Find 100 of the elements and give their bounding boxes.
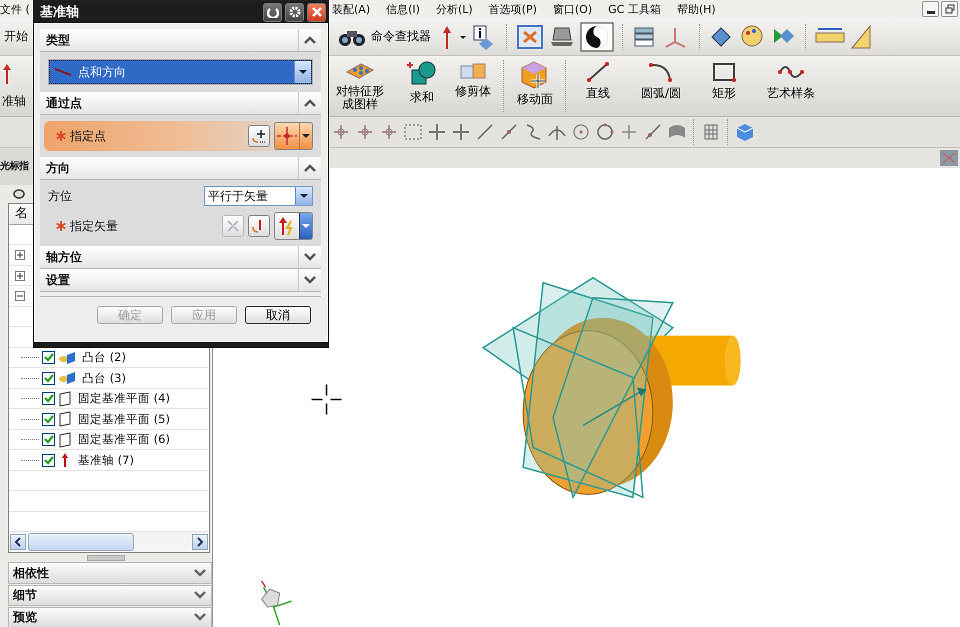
scroll-left-button[interactable] — [10, 534, 26, 550]
sketch-tool-button[interactable]: 直线 — [573, 60, 623, 100]
tree-item[interactable]: 固定基准平面 (4) — [78, 391, 170, 406]
checkbox[interactable] — [42, 351, 55, 364]
tree-toggle-icon[interactable] — [15, 250, 25, 260]
checkbox[interactable] — [42, 433, 55, 446]
chevron-icon — [193, 612, 207, 622]
settings-icon — [288, 6, 300, 18]
tree-item[interactable]: 固定基准平面 (5) — [78, 412, 170, 427]
settings-button[interactable] — [285, 2, 304, 22]
view-triad-icon[interactable] — [940, 150, 958, 166]
menu-item[interactable]: 信息(I) — [386, 2, 420, 16]
tree-toggle-icon[interactable] — [15, 291, 25, 302]
section-header[interactable]: 通过点 — [40, 92, 321, 115]
sketch-tool-button[interactable]: 艺术样条 — [755, 60, 828, 100]
restore-icon — [944, 4, 954, 14]
boss-icon — [58, 350, 76, 365]
arrow-up-icon[interactable] — [440, 24, 454, 50]
menu-item[interactable]: 装配(A) — [332, 2, 370, 16]
splitter-handle[interactable] — [87, 554, 125, 561]
panel-header[interactable]: 相依性 — [8, 562, 212, 584]
menu-item[interactable]: 窗口(O) — [552, 2, 592, 16]
caret-icon — [299, 192, 309, 200]
orientation-dropdown[interactable]: 平行于矢量 — [204, 186, 313, 206]
snap-point-dropdown[interactable] — [274, 122, 313, 150]
datum-axis-label: 准轴 — [2, 92, 26, 110]
menu-item[interactable]: GC 工具箱 — [608, 2, 661, 16]
tree-item[interactable]: 固定基准平面 (6) — [78, 432, 170, 448]
dialog-button[interactable]: 取消 — [245, 306, 311, 324]
caret-icon — [298, 68, 308, 76]
minimize-button[interactable] — [922, 1, 939, 17]
plane-icon — [58, 390, 72, 407]
sketch-tool-button[interactable]: 圆弧/圆 — [629, 60, 694, 100]
cursor-crosshair-icon — [310, 384, 342, 416]
close-button[interactable] — [307, 2, 326, 22]
move-icon[interactable] — [426, 122, 448, 142]
shading-icon[interactable] — [580, 22, 614, 52]
feature-button[interactable]: 求和 — [401, 60, 443, 104]
type-dropdown[interactable]: 点和方向 — [49, 60, 312, 84]
close-icon — [310, 6, 322, 18]
tree-item[interactable]: 基准轴 (7) — [78, 452, 134, 468]
field-label: 指定矢量 — [70, 218, 118, 234]
checkbox[interactable] — [42, 412, 55, 426]
caret-icon — [302, 133, 310, 139]
navigator-tab[interactable]: 光标指 — [0, 159, 28, 174]
arc-icon — [648, 60, 674, 84]
boss-icon — [58, 371, 76, 386]
feature-button[interactable]: 修剪体 — [449, 60, 497, 98]
checkbox[interactable] — [42, 454, 55, 467]
scrollbar-thumb[interactable] — [28, 533, 134, 552]
dialog-title: 基准轴 — [40, 4, 79, 21]
checkbox[interactable] — [42, 372, 55, 385]
section-header[interactable]: 设置 — [40, 269, 321, 292]
chevron-icon — [193, 590, 207, 600]
menu-item[interactable]: 首选项(P) — [488, 2, 537, 16]
start-menu[interactable]: 开始 — [0, 28, 28, 45]
scroll-right-button[interactable] — [192, 534, 208, 550]
selection-box-icon[interactable] — [402, 122, 424, 142]
command-finder-button[interactable]: 命令查找器 — [333, 26, 435, 48]
restore-button[interactable] — [941, 1, 958, 17]
minimize-icon — [926, 10, 934, 14]
panel-header[interactable]: 细节 — [8, 584, 212, 606]
cube-icon[interactable] — [734, 122, 756, 142]
tree-item[interactable]: 凸台 (3) — [82, 370, 126, 386]
menu-item[interactable]: 帮助(H) — [676, 2, 716, 16]
chevron-left-icon — [14, 537, 22, 548]
move-face-button[interactable]: 移动面 — [511, 60, 559, 106]
chevron-right-icon — [196, 537, 204, 548]
sketch-tool-button[interactable]: 矩形 — [699, 60, 750, 100]
plane-icon — [58, 432, 72, 448]
menu-item[interactable]: 分析(L) — [436, 2, 473, 16]
vector-type-dropdown[interactable] — [274, 212, 313, 240]
checkbox[interactable] — [42, 392, 55, 406]
reset-button[interactable] — [263, 2, 282, 22]
section-header[interactable]: 轴方位 — [40, 246, 321, 269]
panel-header[interactable]: 预览 — [8, 606, 212, 627]
move-icon[interactable] — [450, 122, 472, 142]
datum-axis-icon[interactable] — [2, 62, 12, 84]
rectangle-icon — [711, 60, 738, 84]
chevron-icon — [193, 568, 207, 578]
field-label: 方位 — [48, 188, 72, 204]
line-icon — [585, 60, 611, 84]
point-plus-icon — [251, 128, 267, 144]
menu-item[interactable]: 文件 ( — [0, 2, 32, 16]
point-dialog-button[interactable] — [248, 125, 270, 147]
axis-triad-icon — [261, 580, 292, 626]
caret-icon — [302, 223, 310, 229]
reverse-icon — [225, 218, 241, 234]
crosshair-point-icon — [275, 126, 299, 146]
tree-toggle-icon[interactable] — [15, 270, 25, 281]
dropdown-value: 点和方向 — [78, 64, 126, 80]
dropdown-value: 平行于矢量 — [208, 188, 269, 204]
tree-item[interactable]: 凸台 (2) — [82, 350, 126, 366]
field-label: 指定点 — [70, 128, 106, 144]
section-header[interactable]: 类型 — [40, 29, 321, 52]
plane-icon — [58, 411, 72, 428]
section-header[interactable]: 方向 — [40, 157, 321, 180]
fit-view-icon[interactable] — [516, 24, 544, 50]
vector-dialog-button[interactable] — [248, 215, 270, 237]
reset-icon — [266, 6, 278, 18]
